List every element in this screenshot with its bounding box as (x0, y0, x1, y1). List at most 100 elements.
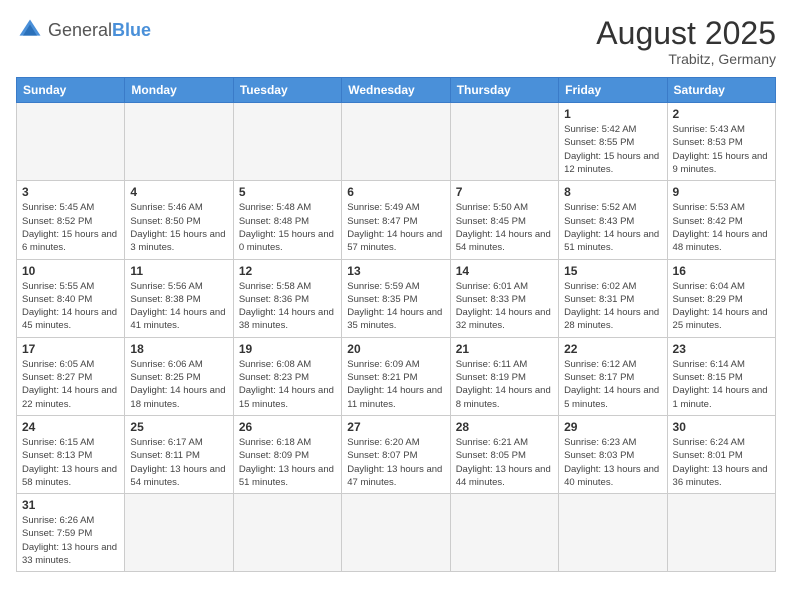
sun-info: Sunrise: 5:52 AMSunset: 8:43 PMDaylight:… (564, 201, 661, 254)
calendar-cell-9: 9 Sunrise: 5:53 AMSunset: 8:42 PMDaylight… (667, 181, 775, 259)
weekday-header-saturday: Saturday (667, 78, 775, 103)
week-row-0: 1 Sunrise: 5:42 AMSunset: 8:55 PMDaylight… (17, 103, 776, 181)
calendar-cell-19: 19 Sunrise: 6:08 AMSunset: 8:23 PMDayligh… (233, 337, 341, 415)
sun-info: Sunrise: 6:04 AMSunset: 8:29 PMDaylight:… (673, 280, 770, 333)
sun-info: Sunrise: 6:26 AMSunset: 7:59 PMDaylight:… (22, 514, 119, 567)
week-row-2: 10 Sunrise: 5:55 AMSunset: 8:40 PMDayligh… (17, 259, 776, 337)
sun-info: Sunrise: 6:18 AMSunset: 8:09 PMDaylight:… (239, 436, 336, 489)
calendar-cell-24: 24Sunrise: 6:15 AMSunset: 8:13 PMDayligh… (17, 415, 125, 493)
calendar-cell-26: 26 Sunrise: 6:18 AMSunset: 8:09 PMDayligh… (233, 415, 341, 493)
day-number: 19 (239, 342, 336, 356)
calendar-cell-18: 18 Sunrise: 6:06 AMSunset: 8:25 PMDayligh… (125, 337, 233, 415)
day-number: 4 (130, 185, 227, 199)
sun-info: Sunrise: 5:53 AMSunset: 8:42 PMDaylight:… (673, 201, 770, 254)
calendar-cell-empty (233, 494, 341, 572)
week-row-3: 17Sunrise: 6:05 AMSunset: 8:27 PMDayligh… (17, 337, 776, 415)
calendar-cell-5: 5Sunrise: 5:48 AMSunset: 8:48 PMDaylight… (233, 181, 341, 259)
calendar-cell-8: 8 Sunrise: 5:52 AMSunset: 8:43 PMDaylight… (559, 181, 667, 259)
day-number: 31 (22, 498, 119, 512)
day-number: 3 (22, 185, 119, 199)
day-number: 26 (239, 420, 336, 434)
weekday-header-sunday: Sunday (17, 78, 125, 103)
calendar-cell-empty (342, 103, 450, 181)
day-number: 6 (347, 185, 444, 199)
page: GeneralBlue August 2025 Trabitz, Germany… (0, 0, 792, 612)
calendar-cell-21: 21Sunrise: 6:11 AMSunset: 8:19 PMDayligh… (450, 337, 558, 415)
calendar-cell-empty (17, 103, 125, 181)
calendar-cell-14: 14 Sunrise: 6:01 AMSunset: 8:33 PMDayligh… (450, 259, 558, 337)
logo-text: GeneralBlue (48, 20, 151, 41)
calendar-cell-17: 17Sunrise: 6:05 AMSunset: 8:27 PMDayligh… (17, 337, 125, 415)
sun-info: Sunrise: 6:06 AMSunset: 8:25 PMDaylight:… (130, 358, 227, 411)
day-number: 16 (673, 264, 770, 278)
day-number: 23 (673, 342, 770, 356)
sun-info: Sunrise: 6:09 AMSunset: 8:21 PMDaylight:… (347, 358, 444, 411)
calendar-cell-3: 3 Sunrise: 5:45 AMSunset: 8:52 PMDaylight… (17, 181, 125, 259)
calendar-cell-29: 29Sunrise: 6:23 AMSunset: 8:03 PMDayligh… (559, 415, 667, 493)
weekday-header-tuesday: Tuesday (233, 78, 341, 103)
day-number: 28 (456, 420, 553, 434)
sun-info: Sunrise: 5:45 AMSunset: 8:52 PMDaylight:… (22, 201, 119, 254)
sun-info: Sunrise: 6:15 AMSunset: 8:13 PMDaylight:… (22, 436, 119, 489)
day-number: 11 (130, 264, 227, 278)
calendar-cell-6: 6Sunrise: 5:49 AMSunset: 8:47 PMDaylight… (342, 181, 450, 259)
calendar: SundayMondayTuesdayWednesdayThursdayFrid… (16, 77, 776, 572)
day-number: 25 (130, 420, 227, 434)
sun-info: Sunrise: 5:42 AMSunset: 8:55 PMDaylight:… (564, 123, 661, 176)
sun-info: Sunrise: 6:24 AMSunset: 8:01 PMDaylight:… (673, 436, 770, 489)
sun-info: Sunrise: 5:55 AMSunset: 8:40 PMDaylight:… (22, 280, 119, 333)
day-number: 8 (564, 185, 661, 199)
sun-info: Sunrise: 5:43 AMSunset: 8:53 PMDaylight:… (673, 123, 770, 176)
day-number: 30 (673, 420, 770, 434)
calendar-cell-empty (450, 103, 558, 181)
sun-info: Sunrise: 5:50 AMSunset: 8:45 PMDaylight:… (456, 201, 553, 254)
sun-info: Sunrise: 5:48 AMSunset: 8:48 PMDaylight:… (239, 201, 336, 254)
sun-info: Sunrise: 6:12 AMSunset: 8:17 PMDaylight:… (564, 358, 661, 411)
day-number: 20 (347, 342, 444, 356)
calendar-cell-16: 16 Sunrise: 6:04 AMSunset: 8:29 PMDayligh… (667, 259, 775, 337)
sun-info: Sunrise: 5:46 AMSunset: 8:50 PMDaylight:… (130, 201, 227, 254)
calendar-cell-22: 22Sunrise: 6:12 AMSunset: 8:17 PMDayligh… (559, 337, 667, 415)
day-number: 10 (22, 264, 119, 278)
day-number: 14 (456, 264, 553, 278)
day-number: 18 (130, 342, 227, 356)
calendar-cell-empty (125, 494, 233, 572)
calendar-cell-empty (233, 103, 341, 181)
calendar-cell-13: 13 Sunrise: 5:59 AMSunset: 8:35 PMDayligh… (342, 259, 450, 337)
week-row-4: 24Sunrise: 6:15 AMSunset: 8:13 PMDayligh… (17, 415, 776, 493)
day-number: 17 (22, 342, 119, 356)
calendar-cell-15: 15Sunrise: 6:02 AMSunset: 8:31 PMDayligh… (559, 259, 667, 337)
calendar-cell-25: 25 Sunrise: 6:17 AMSunset: 8:11 PMDayligh… (125, 415, 233, 493)
calendar-cell-1: 1 Sunrise: 5:42 AMSunset: 8:55 PMDaylight… (559, 103, 667, 181)
calendar-cell-empty (559, 494, 667, 572)
logo: GeneralBlue (16, 16, 151, 44)
sun-info: Sunrise: 6:14 AMSunset: 8:15 PMDaylight:… (673, 358, 770, 411)
sun-info: Sunrise: 5:58 AMSunset: 8:36 PMDaylight:… (239, 280, 336, 333)
day-number: 15 (564, 264, 661, 278)
sun-info: Sunrise: 6:11 AMSunset: 8:19 PMDaylight:… (456, 358, 553, 411)
weekday-header-row: SundayMondayTuesdayWednesdayThursdayFrid… (17, 78, 776, 103)
calendar-cell-empty (450, 494, 558, 572)
sun-info: Sunrise: 6:17 AMSunset: 8:11 PMDaylight:… (130, 436, 227, 489)
week-row-5: 31 Sunrise: 6:26 AMSunset: 7:59 PMDayligh… (17, 494, 776, 572)
day-number: 1 (564, 107, 661, 121)
day-number: 12 (239, 264, 336, 278)
calendar-cell-30: 30 Sunrise: 6:24 AMSunset: 8:01 PMDayligh… (667, 415, 775, 493)
day-number: 27 (347, 420, 444, 434)
sun-info: Sunrise: 6:08 AMSunset: 8:23 PMDaylight:… (239, 358, 336, 411)
calendar-cell-empty (125, 103, 233, 181)
sun-info: Sunrise: 5:59 AMSunset: 8:35 PMDaylight:… (347, 280, 444, 333)
day-number: 9 (673, 185, 770, 199)
sun-info: Sunrise: 6:20 AMSunset: 8:07 PMDaylight:… (347, 436, 444, 489)
logo-icon (16, 16, 44, 44)
weekday-header-wednesday: Wednesday (342, 78, 450, 103)
sun-info: Sunrise: 6:01 AMSunset: 8:33 PMDaylight:… (456, 280, 553, 333)
calendar-cell-23: 23 Sunrise: 6:14 AMSunset: 8:15 PMDayligh… (667, 337, 775, 415)
sun-info: Sunrise: 6:21 AMSunset: 8:05 PMDaylight:… (456, 436, 553, 489)
weekday-header-thursday: Thursday (450, 78, 558, 103)
day-number: 13 (347, 264, 444, 278)
calendar-cell-empty (667, 494, 775, 572)
calendar-cell-27: 27 Sunrise: 6:20 AMSunset: 8:07 PMDayligh… (342, 415, 450, 493)
calendar-cell-11: 11Sunrise: 5:56 AMSunset: 8:38 PMDayligh… (125, 259, 233, 337)
calendar-cell-12: 12 Sunrise: 5:58 AMSunset: 8:36 PMDayligh… (233, 259, 341, 337)
